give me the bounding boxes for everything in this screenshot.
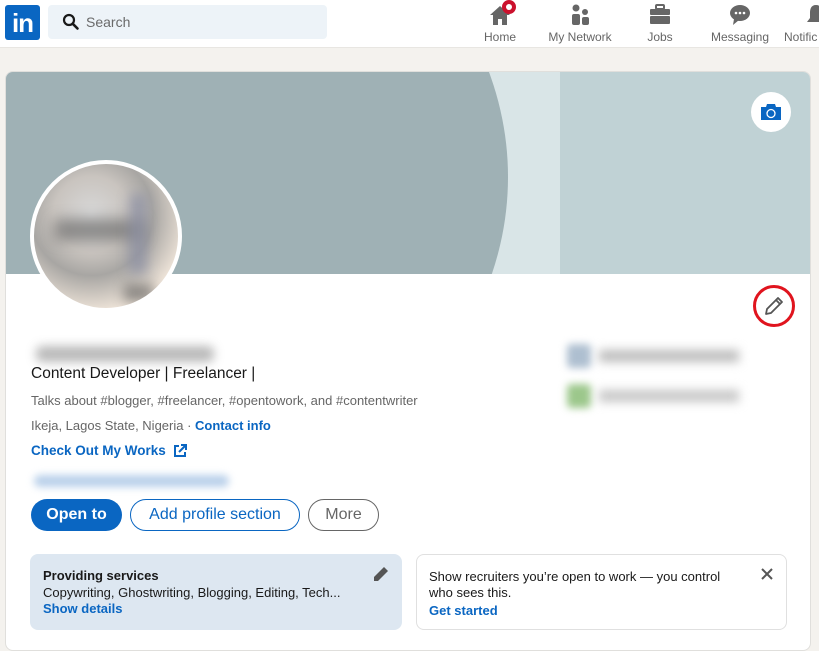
external-link-icon [173,443,187,457]
school-logo [567,384,591,408]
nav-home-label: Home [483,30,516,44]
photo-detail [124,284,154,302]
profile-headline: Content Developer | Freelancer | [31,365,256,382]
connections-redacted [34,475,229,487]
camera-icon [761,104,781,120]
nav-jobs-label: Jobs [647,30,673,44]
show-details-link[interactable]: Show details [43,601,389,616]
location-line: Ikeja, Lagos State, Nigeria · Contact in… [31,418,271,433]
nav-messaging[interactable]: Messaging [707,3,773,45]
edit-background-button[interactable] [751,92,791,132]
get-started-link[interactable]: Get started [429,603,774,618]
profile-photo[interactable] [30,160,182,312]
school-name [599,390,739,402]
dismiss-button[interactable] [760,567,774,586]
chat-icon [728,3,752,27]
talks-about: Talks about #blogger, #freelancer, #open… [31,393,418,408]
open-to-button[interactable]: Open to [31,499,122,531]
nav-my-network[interactable]: My Network [545,3,615,45]
close-icon [761,568,773,580]
nav-messaging-label: Messaging [710,30,770,44]
nav-my-network-label: My Network [548,30,612,44]
linkedin-logo[interactable]: in [5,5,40,40]
recruiter-message: Show recruiters you’re open to work — yo… [429,569,729,601]
open-to-work-card: Show recruiters you’re open to work — yo… [416,554,787,630]
services-title: Providing services [43,568,159,583]
company-logo [567,344,591,368]
people-icon [568,3,592,27]
briefcase-icon [648,3,672,27]
profile-card: Content Developer | Freelancer | Talks a… [5,71,811,651]
photo-detail [129,194,147,274]
contact-info-link[interactable]: Contact info [195,418,271,433]
profile-name-redacted [36,346,214,362]
edit-intro-button[interactable] [753,285,795,327]
bell-icon [804,3,819,27]
top-navigation-bar: in Home My Network Jobs Messaging Notifi [0,0,819,48]
pencil-icon [374,567,388,581]
search-icon [62,13,79,30]
experience-education-redacted [561,340,751,415]
more-button[interactable]: More [308,499,379,531]
company-name [599,350,739,362]
notification-badge [502,0,516,14]
home-icon [488,0,516,27]
nav-jobs[interactable]: Jobs [640,3,680,45]
providing-services-card: Providing services Copywriting, Ghostwri… [30,554,402,630]
location-text: Ikeja, Lagos State, Nigeria · [31,418,196,433]
nav-notifications[interactable]: Notific [784,3,819,45]
add-profile-section-button[interactable]: Add profile section [130,499,300,531]
pencil-icon [765,297,783,315]
website-link[interactable]: Check Out My Works [31,443,187,458]
services-description: Copywriting, Ghostwriting, Blogging, Edi… [43,585,341,600]
recruiter-message-bold: Show recruiters you’re open to work [429,569,637,584]
website-link-label: Check Out My Works [31,443,166,458]
nav-notifications-label: Notific [784,30,818,44]
search-input[interactable] [86,5,316,39]
search-bar[interactable] [48,5,327,39]
nav-home[interactable]: Home [478,0,522,45]
edit-services-button[interactable] [373,566,389,587]
